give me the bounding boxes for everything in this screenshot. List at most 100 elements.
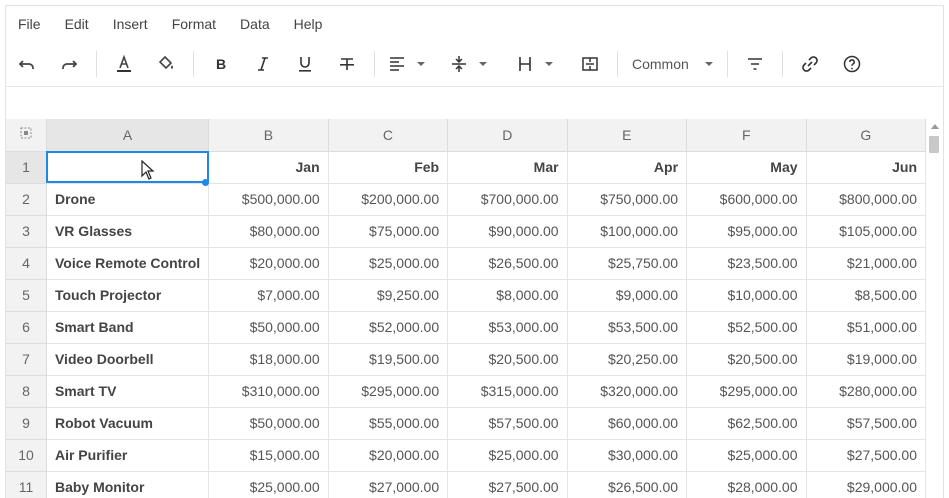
grid-cell[interactable]: $105,000.00 xyxy=(806,215,926,248)
grid-cell[interactable]: $295,000.00 xyxy=(328,375,449,408)
grid-cell[interactable]: Baby Monitor xyxy=(46,471,210,498)
grid-cell[interactable]: $320,000.00 xyxy=(567,375,688,408)
grid-cell[interactable]: $20,000.00 xyxy=(208,247,329,280)
column-header-f[interactable]: F xyxy=(686,119,807,152)
grid-cell[interactable]: $19,000.00 xyxy=(806,343,926,376)
grid-cell[interactable]: $8,000.00 xyxy=(447,279,568,312)
vertical-align-dropdown[interactable] xyxy=(449,48,487,80)
borders-dropdown[interactable] xyxy=(515,48,553,80)
grid-cell[interactable]: $27,500.00 xyxy=(806,439,926,472)
grid-cell[interactable]: $19,500.00 xyxy=(328,343,449,376)
grid-cell[interactable]: $50,000.00 xyxy=(208,311,329,344)
grid-cell[interactable]: $315,000.00 xyxy=(447,375,568,408)
row-header[interactable]: 1 xyxy=(6,151,47,184)
grid-cell[interactable]: $60,000.00 xyxy=(567,407,688,440)
fill-handle[interactable] xyxy=(202,179,209,186)
menu-data[interactable]: Data xyxy=(228,6,282,42)
grid-cell[interactable]: Robot Vacuum xyxy=(46,407,210,440)
grid-cell[interactable]: $26,500.00 xyxy=(447,247,568,280)
column-header-b[interactable]: B xyxy=(208,119,329,152)
grid-cell[interactable]: $57,500.00 xyxy=(806,407,926,440)
select-all-corner[interactable] xyxy=(6,119,47,152)
grid-cell[interactable]: Voice Remote Control xyxy=(46,247,210,280)
scroll-thumb[interactable] xyxy=(929,136,939,153)
grid-cell[interactable]: $57,500.00 xyxy=(447,407,568,440)
grid-cell[interactable]: $27,000.00 xyxy=(328,471,449,498)
grid-cell[interactable]: $25,750.00 xyxy=(567,247,688,280)
grid-cell[interactable]: VR Glasses xyxy=(46,215,210,248)
column-header-d[interactable]: D xyxy=(447,119,568,152)
grid-cell[interactable]: $25,000.00 xyxy=(447,439,568,472)
grid-cell[interactable]: $30,000.00 xyxy=(567,439,688,472)
grid-cell[interactable]: $20,500.00 xyxy=(447,343,568,376)
grid-cell[interactable]: $28,000.00 xyxy=(686,471,807,498)
grid-cell[interactable]: $280,000.00 xyxy=(806,375,926,408)
grid-cell[interactable]: $23,500.00 xyxy=(686,247,807,280)
grid-cell[interactable]: $52,500.00 xyxy=(686,311,807,344)
text-color-icon[interactable] xyxy=(107,48,141,80)
menu-file[interactable]: File xyxy=(6,6,53,42)
grid-cell[interactable]: $95,000.00 xyxy=(686,215,807,248)
grid-cell[interactable]: $75,000.00 xyxy=(328,215,449,248)
underline-icon[interactable] xyxy=(288,48,322,80)
grid-cell[interactable]: Video Doorbell xyxy=(46,343,210,376)
grid-cell[interactable]: Touch Projector xyxy=(46,279,210,312)
row-header[interactable]: 11 xyxy=(6,471,47,498)
grid-cell[interactable]: $20,000.00 xyxy=(328,439,449,472)
grid-cell[interactable]: $25,000.00 xyxy=(208,471,329,498)
link-icon[interactable] xyxy=(793,48,827,80)
row-header[interactable]: 2 xyxy=(6,183,47,216)
grid-cell[interactable]: $295,000.00 xyxy=(686,375,807,408)
help-icon[interactable] xyxy=(835,48,869,80)
grid-cell[interactable]: $62,500.00 xyxy=(686,407,807,440)
scroll-up-icon[interactable] xyxy=(931,124,939,129)
row-header[interactable]: 9 xyxy=(6,407,47,440)
column-header-g[interactable]: G xyxy=(806,119,926,152)
strikethrough-icon[interactable] xyxy=(330,48,364,80)
column-header-a[interactable]: A xyxy=(46,119,210,152)
number-format-select[interactable]: Common xyxy=(632,48,713,80)
grid-cell[interactable]: $100,000.00 xyxy=(567,215,688,248)
row-header[interactable]: 4 xyxy=(6,247,47,280)
grid-cell[interactable]: $26,500.00 xyxy=(567,471,688,498)
grid-cell[interactable]: $10,000.00 xyxy=(686,279,807,312)
grid-cell[interactable]: Jun xyxy=(806,151,926,184)
grid-cell[interactable]: $25,000.00 xyxy=(686,439,807,472)
grid-cell[interactable]: $29,000.00 xyxy=(806,471,926,498)
filter-icon[interactable] xyxy=(738,48,772,80)
bold-icon[interactable]: B xyxy=(204,48,238,80)
grid-cell[interactable]: $750,000.00 xyxy=(567,183,688,216)
italic-icon[interactable] xyxy=(246,48,280,80)
grid-cell[interactable]: $20,250.00 xyxy=(567,343,688,376)
grid-cell[interactable]: $600,000.00 xyxy=(686,183,807,216)
menu-help[interactable]: Help xyxy=(282,6,335,42)
grid-cell[interactable]: Mar xyxy=(447,151,568,184)
grid-cell[interactable]: $55,000.00 xyxy=(328,407,449,440)
grid-cell[interactable]: $7,000.00 xyxy=(208,279,329,312)
grid-cell[interactable]: $9,000.00 xyxy=(567,279,688,312)
grid-cell[interactable]: $52,000.00 xyxy=(328,311,449,344)
grid-cell[interactable]: $90,000.00 xyxy=(447,215,568,248)
menu-insert[interactable]: Insert xyxy=(101,6,160,42)
grid-cell[interactable]: $25,000.00 xyxy=(328,247,449,280)
row-header[interactable]: 6 xyxy=(6,311,47,344)
fill-color-icon[interactable] xyxy=(149,48,183,80)
grid-cell[interactable]: $53,500.00 xyxy=(567,311,688,344)
menu-edit[interactable]: Edit xyxy=(53,6,101,42)
grid-cell[interactable]: Air Purifier xyxy=(46,439,210,472)
grid-cell[interactable]: $200,000.00 xyxy=(328,183,449,216)
grid-cell[interactable]: $50,000.00 xyxy=(208,407,329,440)
row-header[interactable]: 7 xyxy=(6,343,47,376)
grid-cell[interactable]: $15,000.00 xyxy=(208,439,329,472)
column-header-e[interactable]: E xyxy=(567,119,688,152)
grid-cell[interactable]: $27,500.00 xyxy=(447,471,568,498)
grid-cell[interactable]: $800,000.00 xyxy=(806,183,926,216)
vertical-scrollbar[interactable] xyxy=(926,119,943,498)
grid-cell[interactable]: $80,000.00 xyxy=(208,215,329,248)
menu-format[interactable]: Format xyxy=(160,6,228,42)
grid-cell[interactable]: Smart TV xyxy=(46,375,210,408)
grid-cell[interactable]: Feb xyxy=(328,151,449,184)
grid-cell[interactable]: $8,500.00 xyxy=(806,279,926,312)
row-header[interactable]: 8 xyxy=(6,375,47,408)
row-header[interactable]: 10 xyxy=(6,439,47,472)
